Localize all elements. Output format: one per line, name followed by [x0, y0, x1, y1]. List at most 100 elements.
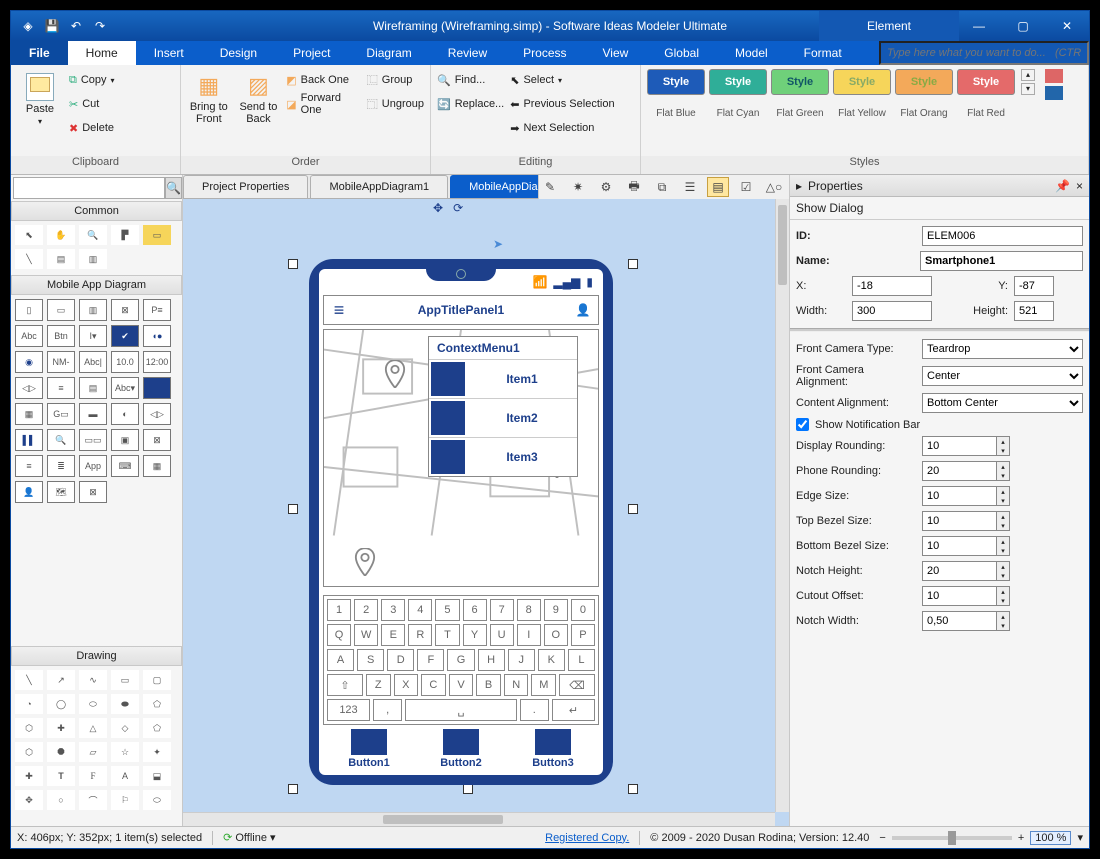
map-view[interactable]: ContextMenu1 Item1 Item2 Item3 — [323, 329, 599, 587]
key-M[interactable]: M — [531, 674, 556, 696]
handle-ne[interactable] — [628, 259, 638, 269]
select-button[interactable]: ⬉Select▾ — [510, 69, 614, 91]
key-.[interactable]: . — [520, 699, 549, 721]
prop-name-input[interactable] — [920, 251, 1083, 271]
tool-progress[interactable]: ▬ — [79, 403, 107, 425]
copy-button[interactable]: ⧉Copy▾ — [69, 69, 115, 91]
style-flat-green[interactable]: Style — [771, 69, 829, 95]
draw-pent[interactable]: ⬠ — [143, 718, 171, 738]
next-selection-button[interactable]: ➡Next Selection — [510, 117, 614, 139]
tool-split[interactable]: ▥ — [79, 299, 107, 321]
draw-arc[interactable]: ⌒ — [79, 790, 107, 810]
tab-mobileappdiagram1[interactable]: MobileAppDiagram1 — [310, 175, 448, 198]
prop-width-input[interactable] — [852, 301, 932, 321]
tool-arrows[interactable]: ◁▷ — [143, 403, 171, 425]
key-F[interactable]: F — [417, 649, 444, 671]
menu-file[interactable]: File — [11, 41, 68, 65]
prop-id-input[interactable] — [922, 226, 1083, 246]
tool-list[interactable]: ▤ — [79, 377, 107, 399]
avatar-icon[interactable]: 👤 — [568, 303, 598, 317]
button1[interactable]: Button1 — [348, 729, 390, 769]
tool-search[interactable]: 🔍 — [47, 429, 75, 451]
tool-color[interactable] — [143, 377, 171, 399]
menu-diagram[interactable]: Diagram — [348, 41, 429, 65]
redo-icon[interactable]: ↷ — [91, 17, 109, 35]
tool-container[interactable]: ▭ — [143, 225, 171, 245]
draw-tag[interactable]: ⬓ — [143, 766, 171, 786]
key-␣[interactable]: ␣ — [405, 699, 516, 721]
context-item-1[interactable]: Item1 — [429, 359, 577, 398]
draw-star[interactable]: ☆ — [111, 742, 139, 762]
tool-device[interactable]: ▯ — [15, 299, 43, 321]
key-L[interactable]: L — [568, 649, 595, 671]
key-Z[interactable]: Z — [366, 674, 391, 696]
draw-text[interactable]: T — [47, 766, 75, 786]
key-⇧[interactable]: ⇧ — [327, 674, 363, 696]
toolbox-search-input[interactable] — [13, 177, 165, 199]
close-panel-icon[interactable]: × — [1076, 179, 1083, 193]
panel-properties-icon[interactable]: ▤ — [707, 177, 729, 197]
prop-y-input[interactable] — [1014, 276, 1054, 296]
app-icon[interactable]: ◈ — [19, 17, 37, 35]
key-W[interactable]: W — [354, 624, 378, 646]
prop-x-input[interactable] — [852, 276, 932, 296]
ungroup-button[interactable]: ⿹Ungroup — [367, 93, 424, 115]
key-A[interactable]: A — [327, 649, 354, 671]
draw-cyl[interactable]: ⬭ — [143, 790, 171, 810]
toolbox-drawing-header[interactable]: Drawing — [11, 646, 182, 666]
prop-edge-size[interactable] — [922, 486, 996, 506]
draw-tri[interactable]: △ — [79, 718, 107, 738]
tool-image[interactable]: ⊠ — [111, 299, 139, 321]
style-flat-red[interactable]: Style — [957, 69, 1015, 95]
draw-move[interactable]: ✥ — [15, 790, 43, 810]
key-1[interactable]: 1 — [327, 599, 351, 621]
panel-format-icon[interactable]: ⧉ — [651, 177, 673, 197]
pin-icon[interactable]: 📌 — [1055, 179, 1070, 193]
tool-preview[interactable]: ▭▭ — [79, 429, 107, 451]
key-X[interactable]: X — [394, 674, 419, 696]
send-to-back-button[interactable]: ▨Send to Back — [237, 69, 281, 125]
style-flat-yellow[interactable]: Style — [833, 69, 891, 95]
key-C[interactable]: C — [421, 674, 446, 696]
style-extra-1-icon[interactable] — [1045, 69, 1063, 83]
paste-button[interactable]: Paste▾ — [17, 69, 63, 126]
tool-input[interactable]: I▾ — [79, 325, 107, 347]
button3[interactable]: Button3 — [532, 729, 574, 769]
draw-plus[interactable]: ✚ — [15, 766, 43, 786]
key-123[interactable]: 123 — [327, 699, 370, 721]
tool-sidebar[interactable]: ▌▌ — [15, 429, 43, 451]
key-G[interactable]: G — [447, 649, 474, 671]
key-3[interactable]: 3 — [381, 599, 405, 621]
tool-slider[interactable]: ◁▷ — [15, 377, 43, 399]
handle-nw[interactable] — [288, 259, 298, 269]
collapse-icon[interactable]: ▸ — [796, 179, 802, 193]
prop-front-camera-align[interactable]: Center — [922, 366, 1083, 386]
draw-rect[interactable]: ▭ — [111, 670, 139, 690]
handle-sw[interactable] — [288, 784, 298, 794]
canvas[interactable]: ✥ ⟳ ➤ — [183, 199, 789, 826]
key-0[interactable]: 0 — [571, 599, 595, 621]
prop-cutout-offset[interactable] — [922, 586, 996, 606]
prev-selection-button[interactable]: ⬅Previous Selection — [510, 93, 614, 115]
prop-top-bezel[interactable] — [922, 511, 996, 531]
menu-global[interactable]: Global — [646, 41, 717, 65]
key-8[interactable]: 8 — [517, 599, 541, 621]
tool-time[interactable]: 12:00 — [143, 351, 171, 373]
draw-diamond[interactable]: ◇ — [111, 718, 139, 738]
key-↵[interactable]: ↵ — [552, 699, 595, 721]
delete-button[interactable]: ✖Delete — [69, 117, 115, 139]
panel-settings-icon[interactable]: ⚙ — [595, 177, 617, 197]
style-extra-2-icon[interactable] — [1045, 86, 1063, 100]
draw-poly4[interactable]: ⬠ — [143, 694, 171, 714]
handle-w[interactable] — [288, 504, 298, 514]
tool-toggle[interactable]: ◖● — [143, 325, 171, 347]
key-V[interactable]: V — [449, 674, 474, 696]
tool-grid[interactable]: ▦ — [15, 403, 43, 425]
prop-bottom-bezel[interactable] — [922, 536, 996, 556]
tool-placeholder[interactable]: ⊠ — [79, 481, 107, 503]
styles-scroll-up[interactable]: ▴ — [1021, 69, 1035, 81]
forward-one-button[interactable]: ◪Forward One — [286, 93, 361, 115]
status-offline[interactable]: ⟳ Offline ▾ — [223, 831, 275, 844]
styles-scroll-down[interactable]: ▾ — [1021, 83, 1035, 95]
panel-shapes-icon[interactable]: △○ — [763, 177, 785, 197]
